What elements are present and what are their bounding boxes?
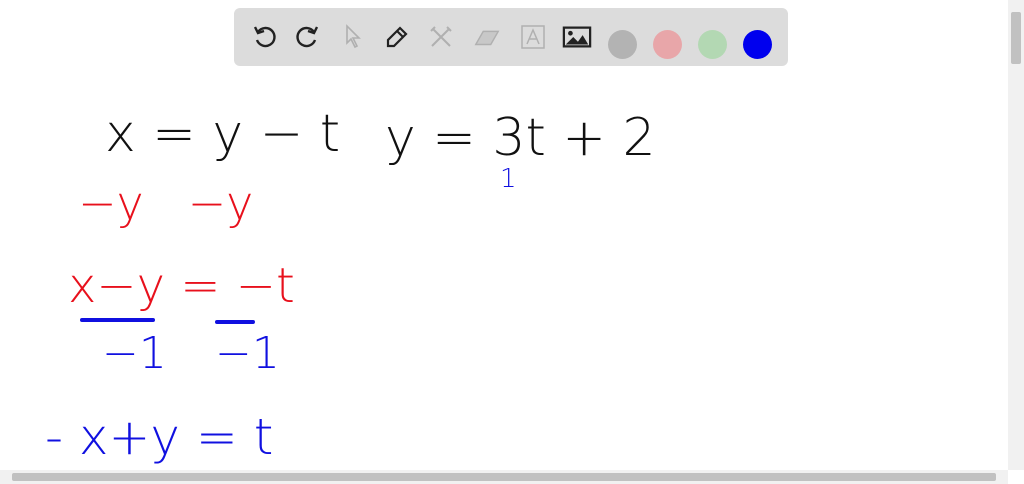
pen-button[interactable]	[382, 22, 412, 52]
eraser-button[interactable]	[472, 22, 502, 52]
equation-step2: x−y = −t	[68, 258, 295, 314]
text-icon	[521, 25, 545, 49]
vertical-scroll-thumb[interactable]	[1011, 12, 1021, 64]
annotation-one: 1	[500, 164, 517, 194]
vertical-scrollbar[interactable]	[1008, 0, 1024, 470]
select-icon	[346, 24, 361, 49]
tools-button[interactable]	[426, 22, 456, 52]
image-icon	[562, 26, 592, 48]
redo-button[interactable]	[292, 22, 322, 52]
denominator-left: −1	[102, 328, 167, 379]
toolbar	[234, 8, 788, 66]
equation-x: x = y − t	[105, 104, 341, 164]
undo-icon	[253, 26, 276, 48]
eraser-icon	[474, 30, 500, 46]
color-gray[interactable]	[608, 30, 637, 59]
select-button[interactable]	[338, 22, 368, 52]
undo-button[interactable]	[250, 22, 280, 52]
horizontal-scroll-thumb[interactable]	[12, 473, 996, 481]
text-button[interactable]	[518, 22, 548, 52]
subtract-y: −y −y	[78, 176, 254, 230]
denominator-right: −1	[215, 328, 280, 379]
horizontal-scrollbar[interactable]	[0, 470, 1008, 484]
fraction-bar-right	[215, 320, 255, 324]
color-red[interactable]	[653, 30, 682, 59]
color-blue[interactable]	[743, 30, 772, 59]
equation-y: y = 3t + 2	[385, 108, 656, 168]
redo-icon	[296, 26, 319, 48]
color-green[interactable]	[698, 30, 727, 59]
equation-result: - x+y = t	[45, 408, 274, 466]
fraction-bar-left	[80, 318, 155, 322]
image-button[interactable]	[562, 22, 592, 52]
pen-icon	[386, 26, 408, 48]
tools-icon	[430, 26, 452, 47]
